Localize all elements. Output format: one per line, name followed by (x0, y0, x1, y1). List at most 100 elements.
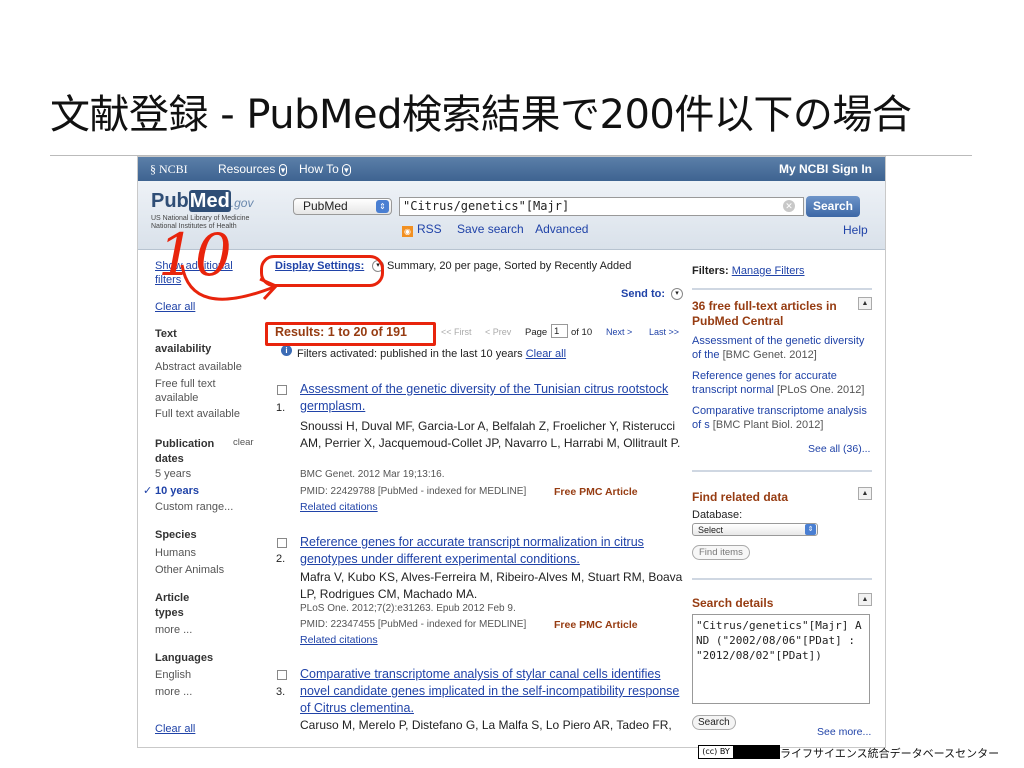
pmc-item-3[interactable]: Comparative transcriptome analysis of s … (692, 404, 872, 432)
resources-menu[interactable]: Resources ▾ (218, 162, 288, 176)
result-pmid-2: PMID: 22347455 [PubMed - indexed for MED… (300, 619, 527, 630)
filters-label: Filters: (692, 265, 729, 277)
filters-clear-all-link[interactable]: Clear all (526, 348, 566, 360)
pmc-item-1[interactable]: Assessment of the genetic diversity of t… (692, 334, 872, 362)
free-pmc-link-1[interactable]: Free PMC Article (554, 486, 638, 498)
select-arrows-icon: ⇕ (805, 524, 816, 535)
free-articles-title: 36 free full-text articles in PubMed Cen… (692, 299, 837, 328)
text-availability-heading: Text availability (155, 328, 212, 355)
languages-more[interactable]: more ... (155, 686, 192, 698)
resources-label: Resources (218, 162, 276, 176)
languages-heading: Languages (155, 652, 214, 664)
rss-link[interactable]: RSS (417, 222, 442, 236)
result-title-1[interactable]: Assessment of the genetic diversity of t… (300, 381, 690, 415)
logo-gov: .gov (230, 196, 254, 210)
filter-5-years[interactable]: 5 years (155, 468, 191, 480)
publication-dates-heading: Publication dates (155, 438, 215, 465)
result-title-3[interactable]: Comparative transcriptome analysis of st… (300, 666, 692, 717)
find-related-title: Find related data (692, 490, 789, 504)
result-number-2: 2. (276, 553, 286, 565)
ncbi-logo-icon: § (150, 162, 159, 176)
article-types-heading: Article types (155, 592, 190, 619)
sidebar-divider (692, 288, 872, 290)
ncbi-top-bar: § NCBI Resources ▾ How To ▾ My NCBI Sign… (138, 157, 885, 181)
database-select[interactable]: PubMed ⇕ (293, 198, 392, 215)
search-details-textarea[interactable]: "Citrus/genetics"[Majr] AND ("2002/08/06… (692, 614, 870, 704)
result-checkbox-3[interactable] (277, 670, 287, 680)
chevron-down-icon: ▾ (342, 164, 351, 176)
send-to-link[interactable]: Send to: (621, 288, 665, 300)
select-arrows-icon: ⇕ (376, 200, 389, 213)
checkmark-icon: ✓ (143, 485, 153, 497)
species-heading: Species (155, 529, 197, 541)
filter-free-full-text[interactable]: Free full text available (155, 377, 235, 405)
display-settings-value: Summary, 20 per page, Sorted by Recently… (387, 260, 632, 272)
page-count: of 10 (571, 327, 593, 338)
result-authors-1: Snoussi H, Duval MF, Garcia-Lor A, Belfa… (300, 419, 681, 450)
howto-menu[interactable]: How To ▾ (299, 162, 351, 176)
result-authors-2: Mafra V, Kubo KS, Alves-Ferreira M, Ribe… (300, 570, 683, 601)
see-all-link[interactable]: See all (36)... (808, 443, 870, 455)
find-items-button[interactable]: Find items (692, 545, 750, 560)
search-input[interactable]: "Citrus/genetics"[Majr] (399, 197, 804, 216)
article-types-more[interactable]: more ... (155, 624, 192, 636)
filter-custom-range[interactable]: Custom range... (155, 501, 233, 513)
collapse-icon[interactable]: ▲ (858, 593, 872, 606)
my-ncbi-link[interactable]: My NCBI (779, 162, 828, 176)
filter-english[interactable]: English (155, 669, 191, 681)
sidebar-divider (692, 470, 872, 472)
see-more-link[interactable]: See more... (817, 726, 871, 738)
last-page-link[interactable]: Last >> (649, 327, 679, 337)
related-citations-link-2[interactable]: Related citations (300, 634, 378, 646)
filter-10-years[interactable]: 10 years (155, 485, 199, 497)
result-citation-1: BMC Genet. 2012 Mar 19;13:16. (300, 469, 445, 480)
database-select-value: Select (698, 525, 724, 535)
filter-other-animals[interactable]: Other Animals (155, 564, 224, 576)
pubmed-logo[interactable]: PubMed.gov (151, 190, 253, 213)
database-select-value: PubMed (303, 199, 348, 213)
result-checkbox-2[interactable] (277, 538, 287, 548)
sign-in-link[interactable]: Sign In (832, 162, 872, 176)
search-button[interactable]: Search (806, 196, 860, 217)
annotation-box-results (265, 322, 436, 346)
search-links: ◉ RSS Save search Advanced (402, 222, 588, 237)
first-page-link[interactable]: << First (441, 327, 472, 337)
pmc-item-2[interactable]: Reference genes for accurate transcript … (692, 369, 872, 397)
search-details-title: Search details (692, 596, 774, 610)
pmc-item-2-source: [PLoS One. 2012] (776, 384, 865, 396)
free-pmc-link-2[interactable]: Free PMC Article (554, 619, 638, 631)
advanced-link[interactable]: Advanced (535, 222, 588, 236)
filters-row: Filters: Manage Filters (692, 265, 805, 277)
search-details-button[interactable]: Search (692, 715, 736, 730)
page-label: Page (525, 327, 548, 338)
result-number-3: 3. (276, 686, 286, 698)
chevron-down-icon: ▾ (278, 164, 288, 176)
filters-activated-text: Filters activated: published in the last… (297, 348, 523, 360)
result-checkbox-1[interactable] (277, 385, 287, 395)
clear-search-icon[interactable]: ✕ (783, 200, 795, 212)
rss-icon: ◉ (402, 226, 413, 237)
result-authors-3: Caruso M, Merelo P, Distefano G, La Malf… (300, 718, 672, 732)
filter-abstract[interactable]: Abstract available (155, 361, 242, 373)
database-select[interactable]: Select ⇕ (692, 523, 818, 536)
next-page-link[interactable]: Next > (606, 327, 632, 337)
filter-humans[interactable]: Humans (155, 547, 196, 559)
result-title-2[interactable]: Reference genes for accurate transcript … (300, 534, 680, 568)
annotation-arrow-line (180, 264, 275, 301)
sidebar-divider (692, 578, 872, 580)
help-link[interactable]: Help (843, 223, 868, 237)
collapse-icon[interactable]: ▲ (858, 297, 872, 310)
pmc-item-1-source: [BMC Genet. 2012] (722, 349, 817, 361)
manage-filters-link[interactable]: Manage Filters (732, 265, 805, 277)
page-number-input[interactable]: 1 (551, 324, 568, 338)
collapse-icon[interactable]: ▲ (858, 487, 872, 500)
publication-dates-clear[interactable]: clear (233, 437, 254, 448)
send-to-icon[interactable]: ▾ (671, 288, 683, 300)
ncbi-logo[interactable]: § NCBI (150, 162, 188, 177)
related-citations-link-1[interactable]: Related citations (300, 501, 378, 513)
result-citation-2: PLoS One. 2012;7(2):e31263. Epub 2012 Fe… (300, 603, 516, 614)
save-search-link[interactable]: Save search (457, 222, 524, 236)
prev-page-link[interactable]: < Prev (485, 327, 511, 337)
filter-full-text[interactable]: Full text available (155, 408, 240, 420)
clear-all-bottom-link[interactable]: Clear all (155, 723, 195, 735)
